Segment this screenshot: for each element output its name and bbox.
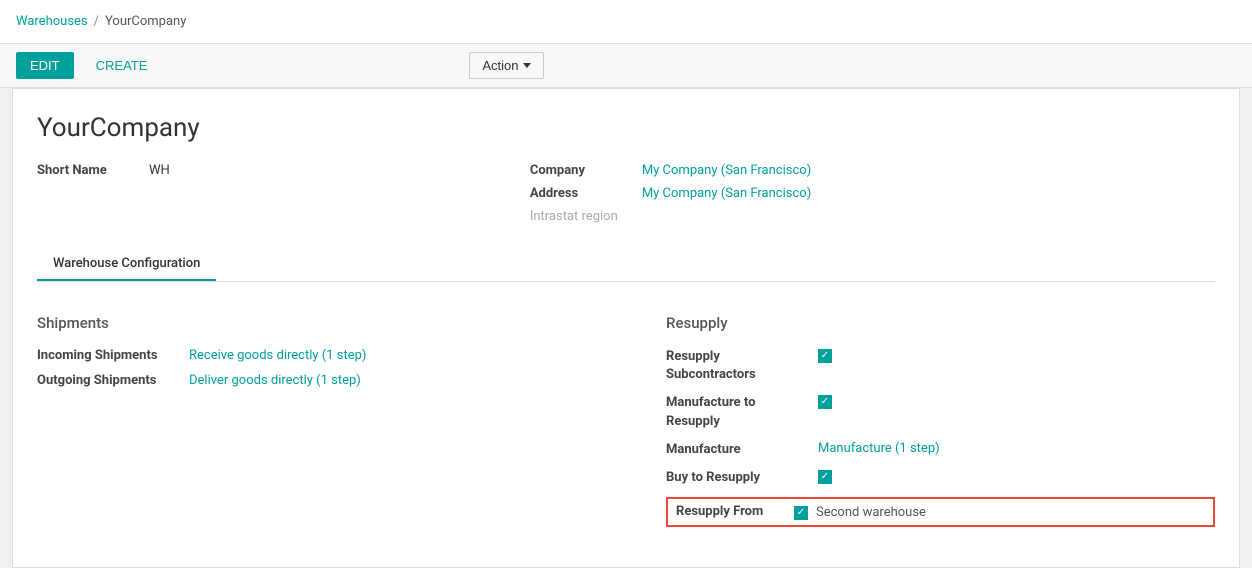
shipments-title: Shipments: [37, 314, 586, 332]
toolbar: EDIT CREATE Action: [0, 44, 1252, 88]
breadcrumb: Warehouses / YourCompany: [16, 14, 186, 29]
company-value[interactable]: My Company (San Francisco): [642, 163, 811, 178]
manufacture-resupply-label: Manufacture toResupply: [666, 394, 806, 430]
resupply-title: Resupply: [666, 314, 1215, 332]
outgoing-value[interactable]: Deliver goods directly (1 step): [189, 373, 361, 388]
edit-button[interactable]: EDIT: [16, 52, 74, 79]
resupply-from-checkbox[interactable]: [794, 506, 808, 520]
breadcrumb-separator: /: [94, 14, 99, 29]
address-label: Address: [530, 186, 630, 201]
buy-resupply-label: Buy to Resupply: [666, 469, 806, 487]
form-section: YourCompany Short Name WH Company My Com…: [12, 88, 1240, 568]
breadcrumb-parent[interactable]: Warehouses: [16, 14, 88, 29]
resupply-from-label: Resupply From: [676, 503, 786, 521]
tab-warehouse-config[interactable]: Warehouse Configuration: [37, 248, 216, 281]
manufacture-label: Manufacture: [666, 441, 806, 459]
outgoing-shipments-row: Outgoing Shipments Deliver goods directl…: [37, 373, 586, 388]
resupply-subcontractors-label: ResupplySubcontractors: [666, 348, 806, 384]
address-field: Address My Company (San Francisco): [530, 186, 811, 201]
buy-resupply-row: Buy to Resupply: [666, 469, 1215, 487]
resupply-subcontractors-checkbox[interactable]: [818, 349, 832, 363]
resupply-section: Resupply ResupplySubcontractors Manufact…: [666, 314, 1215, 527]
incoming-value[interactable]: Receive goods directly (1 step): [189, 348, 366, 363]
action-button[interactable]: Action: [469, 52, 543, 79]
manufacture-row: Manufacture Manufacture (1 step): [666, 441, 1215, 459]
tabs-container: Warehouse Configuration: [37, 248, 1215, 282]
resupply-from-row: Resupply From Second warehouse: [666, 497, 1215, 527]
company-label: Company: [530, 163, 630, 178]
fields-row: Short Name WH Company My Company (San Fr…: [37, 163, 1215, 224]
outgoing-label: Outgoing Shipments: [37, 373, 177, 388]
resupply-from-value: Second warehouse: [816, 505, 926, 520]
incoming-label: Incoming Shipments: [37, 348, 177, 363]
manufacture-resupply-checkbox[interactable]: [818, 395, 832, 409]
company-field: Company My Company (San Francisco): [530, 163, 811, 178]
manufacture-value[interactable]: Manufacture (1 step): [818, 441, 940, 456]
short-name-value: WH: [149, 163, 170, 178]
top-bar: Warehouses / YourCompany: [0, 0, 1252, 44]
short-name-label: Short Name: [37, 163, 137, 178]
create-button[interactable]: CREATE: [82, 52, 162, 79]
breadcrumb-current: YourCompany: [105, 14, 186, 29]
shipments-section: Shipments Incoming Shipments Receive goo…: [37, 314, 586, 527]
chevron-down-icon: [523, 63, 531, 68]
address-value[interactable]: My Company (San Francisco): [642, 186, 811, 201]
fields-right: Company My Company (San Francisco) Addre…: [530, 163, 811, 224]
short-name-field: Short Name WH: [37, 163, 170, 178]
action-label: Action: [482, 58, 518, 73]
tab-content: Shipments Incoming Shipments Receive goo…: [37, 306, 1215, 535]
incoming-shipments-row: Incoming Shipments Receive goods directl…: [37, 348, 586, 363]
resupply-subcontractors-row: ResupplySubcontractors: [666, 348, 1215, 384]
buy-resupply-checkbox[interactable]: [818, 470, 832, 484]
intrastat-label: Intrastat region: [530, 209, 630, 224]
fields-left: Short Name WH: [37, 163, 170, 224]
manufacture-resupply-row: Manufacture toResupply: [666, 394, 1215, 430]
record-title: YourCompany: [37, 113, 1215, 143]
intrastat-field: Intrastat region: [530, 209, 811, 224]
